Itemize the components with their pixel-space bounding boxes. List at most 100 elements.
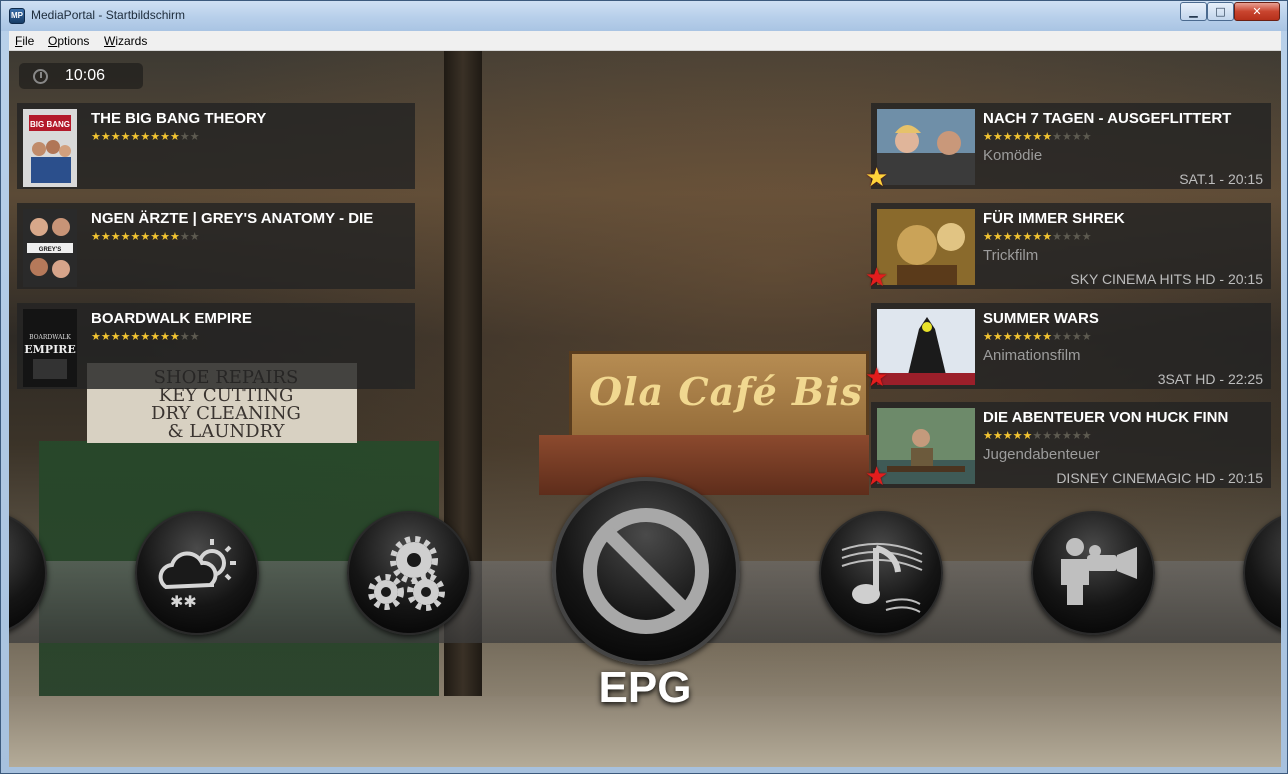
tv-title: SUMMER WARS [983, 310, 1099, 327]
svg-text:GREY'S: GREY'S [39, 247, 61, 253]
star-filled-icon: ★ [1032, 130, 1043, 143]
star-filled-icon: ★ [1022, 330, 1033, 343]
star-empty-icon: ★ [1062, 330, 1072, 343]
star-filled-icon: ★ [983, 130, 993, 143]
tv-title: NACH 7 TAGEN - AUSGEFLITTERT [983, 110, 1232, 127]
star-empty-icon: ★ [1071, 429, 1082, 442]
star-empty-icon: ★ [189, 230, 200, 243]
tv-thumbnail [877, 109, 975, 185]
svg-text:✱✱: ✱✱ [170, 592, 197, 611]
star-filled-icon: ★ [110, 330, 121, 343]
menu-item-settings[interactable] [347, 511, 471, 635]
close-button[interactable]: ✕ [1234, 2, 1280, 21]
series-tile-big-bang[interactable]: BIG BANG THE BIG BANG THEORY ★★★★★★★★★★★ [17, 103, 415, 189]
series-tile-greys-anatomy[interactable]: GREY'S NGEN ÄRZTE | GREY'S ANATOMY - DIE… [17, 203, 415, 289]
menu-options[interactable]: Options [48, 34, 89, 48]
star-filled-icon: ★ [110, 230, 121, 243]
series-poster: BOARDWALK EMPIRE [23, 309, 77, 387]
menu-item-music[interactable] [819, 511, 943, 635]
tv-thumbnail [877, 209, 975, 285]
gears-icon [349, 513, 469, 633]
star-filled-icon: ★ [100, 330, 111, 343]
mediaportal-app-icon: MP [9, 8, 25, 24]
selected-menu-label: EPG [598, 663, 692, 712]
star-filled-icon: ★ [1002, 330, 1013, 343]
star-filled-icon: ★ [1022, 130, 1033, 143]
menu-item-videos[interactable] [1031, 511, 1155, 635]
tv-channel-time: SKY CINEMA HITS HD - 20:15 [1070, 271, 1263, 287]
star-empty-icon: ★ [179, 130, 190, 143]
star-filled-icon: ★ [992, 230, 1003, 243]
clock-icon [33, 69, 48, 84]
star-empty-icon: ★ [1071, 230, 1082, 243]
star-filled-icon: ★ [1022, 230, 1033, 243]
menu-file[interactable]: File [15, 34, 34, 48]
rating-stars: ★★★★★★★★★★★ [983, 130, 1092, 143]
tv-thumbnail [877, 309, 975, 385]
star-empty-icon: ★ [1052, 330, 1062, 343]
star-filled-icon: ★ [1042, 330, 1053, 343]
star-filled-icon: ★ [1042, 130, 1053, 143]
svg-text:BIG BANG: BIG BANG [30, 120, 70, 129]
star-empty-icon: ★ [1081, 429, 1092, 442]
svg-text:BOARDWALK: BOARDWALK [29, 334, 71, 341]
star-filled-icon: ★ [1032, 330, 1043, 343]
series-title: NGEN ÄRZTE | GREY'S ANATOMY - DIE [91, 210, 374, 227]
title-bar[interactable]: MP MediaPortal - Startbildschirm ▁ □ ✕ [1, 1, 1287, 31]
favorite-star-icon: ★ [865, 163, 889, 193]
tv-tile-huck-finn[interactable]: ★ DIE ABENTEUER VON HUCK FINN ★★★★★★★★★★… [865, 402, 1271, 490]
series-tile-boardwalk-empire[interactable]: BOARDWALK EMPIRE BOARDWALK EMPIRE ★★★★★★★… [17, 303, 415, 389]
star-filled-icon: ★ [170, 130, 180, 143]
star-filled-icon: ★ [992, 130, 1003, 143]
menu-item-epg[interactable] [552, 477, 740, 665]
star-filled-icon: ★ [120, 130, 131, 143]
series-title: THE BIG BANG THEORY [91, 110, 267, 127]
star-filled-icon: ★ [1042, 230, 1053, 243]
menu-bar: File Options Wizards [9, 31, 1281, 51]
star-filled-icon: ★ [150, 330, 161, 343]
tv-title: DIE ABENTEUER VON HUCK FINN [983, 409, 1229, 426]
menu-item-weather[interactable]: ✱✱ [135, 511, 259, 635]
tv-tile-fuer-immer-shrek[interactable]: ★ FÜR IMMER SHREK ★★★★★★★★★★★ Trickfilm … [865, 203, 1271, 291]
star-empty-icon: ★ [179, 330, 190, 343]
menu-wizards[interactable]: Wizards [104, 34, 147, 48]
star-empty-icon: ★ [1062, 429, 1072, 442]
star-filled-icon: ★ [1012, 330, 1023, 343]
star-empty-icon: ★ [1042, 429, 1053, 442]
rating-stars: ★★★★★★★★★★★ [983, 429, 1092, 442]
maximize-button[interactable]: □ [1207, 2, 1234, 21]
star-filled-icon: ★ [110, 130, 121, 143]
star-empty-icon: ★ [189, 130, 200, 143]
favorite-star-icon: ★ [865, 363, 889, 393]
star-empty-icon: ★ [1052, 230, 1062, 243]
no-symbol-icon [556, 481, 736, 661]
star-empty-icon: ★ [1071, 130, 1082, 143]
star-empty-icon: ★ [1052, 429, 1062, 442]
star-filled-icon: ★ [983, 330, 993, 343]
star-empty-icon: ★ [1071, 330, 1082, 343]
clock-widget: 10:06 [19, 63, 143, 89]
star-filled-icon: ★ [150, 230, 161, 243]
minimize-button[interactable]: ▁ [1180, 2, 1207, 21]
rating-stars: ★★★★★★★★★★★ [91, 330, 200, 343]
rating-stars: ★★★★★★★★★★★ [91, 230, 200, 243]
rating-stars: ★★★★★★★★★★★ [91, 130, 200, 143]
tv-channel-time: DISNEY CINEMAGIC HD - 20:15 [1056, 470, 1263, 486]
tv-tile-nach-7-tagen[interactable]: ★ NACH 7 TAGEN - AUSGEFLITTERT ★★★★★★★★★… [865, 103, 1271, 191]
tv-tile-summer-wars[interactable]: ★ SUMMER WARS ★★★★★★★★★★★ Animationsfilm… [865, 303, 1271, 391]
star-filled-icon: ★ [992, 330, 1003, 343]
background-tree [444, 51, 482, 767]
rating-stars: ★★★★★★★★★★★ [983, 230, 1092, 243]
star-filled-icon: ★ [150, 130, 161, 143]
star-filled-icon: ★ [1012, 429, 1023, 442]
star-filled-icon: ★ [160, 230, 170, 243]
star-empty-icon: ★ [1052, 130, 1062, 143]
clock-time: 10:06 [65, 67, 106, 84]
star-filled-icon: ★ [1002, 130, 1013, 143]
star-filled-icon: ★ [160, 130, 170, 143]
cameraman-icon [1033, 513, 1153, 633]
rating-stars: ★★★★★★★★★★★ [983, 330, 1092, 343]
star-filled-icon: ★ [170, 230, 180, 243]
star-filled-icon: ★ [130, 330, 141, 343]
star-empty-icon: ★ [1062, 130, 1072, 143]
